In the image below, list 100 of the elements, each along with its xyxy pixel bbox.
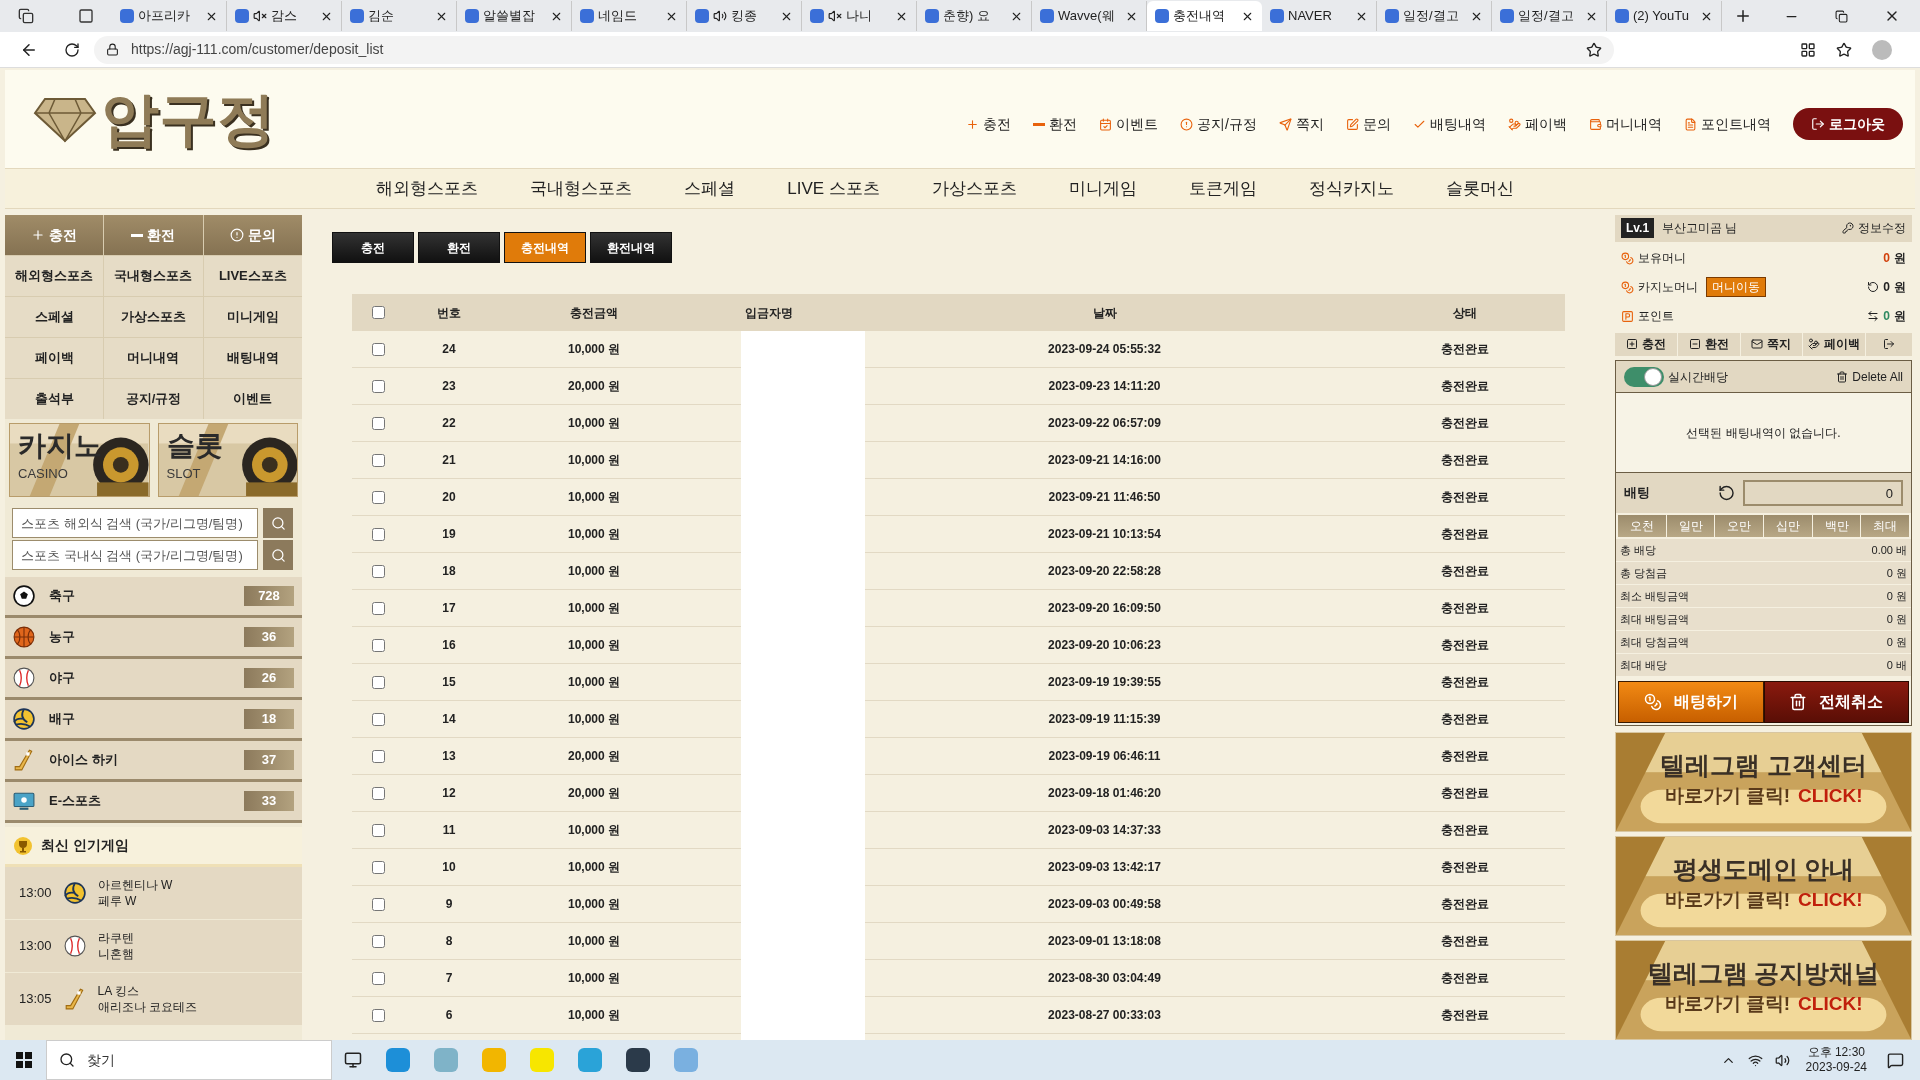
account-button[interactable]: 충전 — [1615, 332, 1677, 356]
browser-tab[interactable]: 일정/결고 — [1377, 1, 1492, 31]
popular-game-row[interactable]: 13:05 LA 킹스 애리조나 코요테즈 — [5, 973, 302, 1025]
browser-tab[interactable]: 충전내역 — [1147, 1, 1262, 31]
header-link[interactable]: 이벤트 — [1099, 113, 1159, 135]
header-link[interactable]: 쪽지 — [1279, 113, 1324, 135]
tab-title: 감스 — [271, 7, 298, 26]
browser-tab[interactable]: (2) YouTu — [1607, 1, 1722, 31]
delete-all-button[interactable]: Delete All — [1836, 367, 1903, 386]
sport-name: E-스포츠 — [49, 792, 102, 811]
promo-banner[interactable]: 평생도메인 안내 바로가기 클릭! CLICK! — [1615, 836, 1912, 936]
sport-row[interactable]: E-스포츠 33 — [5, 782, 302, 823]
sidebar-menu-item[interactable]: 해외형스포츠 — [5, 256, 104, 296]
header-link[interactable]: 충전 — [966, 113, 1012, 135]
header-link[interactable]: 배팅내역 — [1413, 113, 1486, 135]
table-cell-text: 6 — [445, 1007, 453, 1024]
sidebar-menu-item[interactable]: 공지/규정 — [104, 379, 203, 419]
sport-row[interactable]: 배구 18 — [5, 700, 302, 741]
column-header: 입금자명 — [745, 304, 793, 322]
sport-row[interactable]: 아이스 하키 37 — [5, 741, 302, 782]
sidebar-action-button[interactable]: 환전 — [104, 215, 203, 255]
table-cell-text: 10,000 원 — [567, 563, 620, 580]
bet-amount-field[interactable]: 0 — [1743, 480, 1903, 506]
search-field[interactable]: 스포츠 국내식 검색 (국가/리그명/팀명) — [12, 540, 258, 570]
logout-button[interactable]: 로그아웃 — [1793, 108, 1903, 140]
sport-row[interactable]: 야구 26 — [5, 659, 302, 700]
search-field[interactable]: 스포츠 해외식 검색 (국가/리그명/팀명) — [12, 508, 258, 538]
tab-title: 알쓸별잡 — [483, 7, 536, 26]
nav-link[interactable]: 미니게임 — [1068, 175, 1137, 202]
nav-link[interactable]: LIVE 스포츠 — [787, 175, 880, 202]
promo-cta: 바로가기 클릭! — [1664, 784, 1791, 809]
site-logo[interactable]: 압구정 — [33, 90, 275, 148]
sidebar-menu-item[interactable]: 머니내역 — [104, 338, 203, 378]
promo-banner[interactable]: 텔레그램 공지방채널 바로가기 클릭! CLICK! — [1615, 940, 1912, 1040]
sidebar-menu-item[interactable]: LIVE스포츠 — [203, 256, 302, 296]
sidebar-menu-item[interactable]: 페이백 — [5, 338, 104, 378]
browser-tab[interactable]: NAVER — [1262, 1, 1377, 31]
game-time: 13:00 — [19, 884, 52, 903]
nav-link[interactable]: 가상스포츠 — [931, 175, 1017, 202]
promo-cta: 바로가기 클릭! — [1664, 992, 1791, 1017]
sidebar-action-button[interactable]: 충전 — [5, 215, 104, 255]
browser-tab[interactable]: 나니 — [802, 1, 917, 31]
tab-title: 일정/결고 — [1403, 7, 1460, 26]
popular-game-row[interactable]: 13:00 라쿠텐 니혼햄 — [5, 920, 302, 972]
header-link[interactable]: 공지/규정 — [1180, 113, 1257, 135]
sport-name: 아이스 하키 — [49, 751, 119, 770]
browser-tab[interactable]: 네임드 — [572, 1, 687, 31]
table-cell-text: 충전완료 — [1441, 970, 1489, 987]
sport-row[interactable]: 축구 728 — [5, 577, 302, 618]
browser-tab[interactable]: 일정/결고 — [1492, 1, 1607, 31]
casino-banner[interactable]: 카지노 CASINO — [9, 423, 150, 497]
table-cell-text: 2023-09-21 11:46:50 — [1048, 489, 1161, 506]
edit-profile-link[interactable]: 정보수정 — [1842, 219, 1906, 238]
browser-tab[interactable]: 김순 — [342, 1, 457, 31]
popular-game-row[interactable]: 13:00 아르헨티나 W 페루 W — [5, 867, 302, 919]
nav-link[interactable]: 토큰게임 — [1188, 175, 1257, 202]
sidebar-menu-item[interactable]: 이벤트 — [203, 379, 302, 419]
address-field[interactable]: https://agj-111.com/customer/deposit_list — [94, 35, 1614, 64]
account-button[interactable]: 쪽지 — [1740, 332, 1803, 356]
history-tab[interactable]: 충전 — [332, 232, 414, 263]
nav-link[interactable]: 국내형스포츠 — [530, 175, 633, 202]
header-link[interactable]: 머니내역 — [1589, 113, 1662, 135]
table-cell-text: 충전완료 — [1441, 859, 1489, 876]
sidebar-menu-item[interactable]: 가상스포츠 — [104, 297, 203, 337]
browser-tab[interactable]: Wavve(웨 — [1032, 1, 1147, 31]
history-tab[interactable]: 환전내역 — [590, 232, 672, 263]
table-cell-text: 충전완료 — [1441, 711, 1489, 728]
history-tab[interactable]: 환전 — [418, 232, 500, 263]
nav-link[interactable]: 스페셜 — [684, 175, 736, 202]
browser-tab[interactable]: 아프리카 — [112, 1, 227, 31]
account-button[interactable]: 환전 — [1677, 332, 1740, 356]
cancel-all-button[interactable]: 전체취소 — [1763, 681, 1909, 723]
taskbar-search-field[interactable]: 찾기 — [46, 1040, 332, 1080]
header-link[interactable]: 환전 — [1033, 113, 1078, 135]
sidebar-menu-item[interactable]: 배팅내역 — [203, 338, 302, 378]
search-placeholder: 찾기 — [87, 1050, 115, 1070]
header-link[interactable]: 페이백 — [1508, 113, 1567, 135]
sport-row[interactable]: 농구 36 — [5, 618, 302, 659]
account-button[interactable]: 페이백 — [1803, 332, 1865, 356]
nav-link[interactable]: 슬롯머신 — [1445, 175, 1514, 202]
table-cell-text: 2023-09-20 10:06:23 — [1048, 637, 1161, 654]
banner-title: 슬롯 — [166, 432, 224, 460]
header-link[interactable]: 포인트내역 — [1684, 113, 1771, 135]
balance-label: 보유머니 — [1638, 250, 1686, 268]
browser-tab[interactable]: 감스 — [227, 1, 342, 31]
browser-tab[interactable]: 알쓸별잡 — [457, 1, 572, 31]
sidebar-menu-item[interactable]: 스페셜 — [5, 297, 104, 337]
nav-link[interactable]: 해외형스포츠 — [376, 175, 479, 202]
browser-tab[interactable]: 춘향) 요 — [917, 1, 1032, 31]
promo-banner[interactable]: 텔레그램 고객센터 바로가기 클릭! CLICK! — [1615, 732, 1912, 832]
table-cell-text: 10,000 원 — [567, 600, 620, 617]
sidebar-action-button[interactable]: 문의 — [203, 215, 302, 255]
sidebar-menu-item[interactable]: 국내형스포츠 — [104, 256, 203, 296]
sidebar-menu-item[interactable]: 미니게임 — [203, 297, 302, 337]
browser-tab[interactable]: 킹종 — [687, 1, 802, 31]
header-link[interactable]: 문의 — [1346, 113, 1391, 135]
sidebar-menu-item[interactable]: 출석부 — [5, 379, 104, 419]
casino-banner[interactable]: 슬롯 SLOT — [157, 423, 298, 497]
table-cell-text: 19 — [442, 526, 456, 543]
nav-link[interactable]: 정식카지노 — [1308, 175, 1394, 202]
